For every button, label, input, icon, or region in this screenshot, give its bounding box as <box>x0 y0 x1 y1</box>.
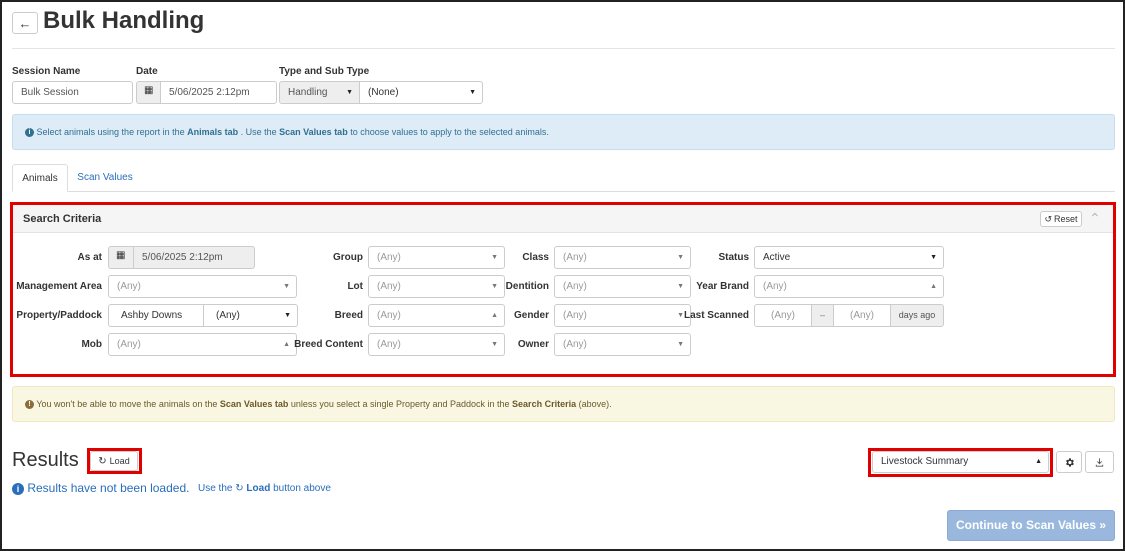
double-chevron-right-icon: » <box>1099 518 1107 532</box>
calendar-icon: ▦ <box>144 85 154 96</box>
tabs-baseline <box>12 191 1115 192</box>
search-criteria-highlight <box>10 202 1116 377</box>
download-icon <box>1095 457 1104 467</box>
header-divider <box>12 48 1115 49</box>
settings-button[interactable] <box>1056 451 1082 473</box>
back-button[interactable]: ← <box>12 12 38 34</box>
warning-banner: ! You won't be able to move the animals … <box>12 386 1115 422</box>
date-input[interactable]: 5/06/2025 2:12pm <box>160 81 277 104</box>
page-title: Bulk Handling <box>43 7 205 34</box>
results-hint: Use the ↻ Load button above <box>198 483 331 494</box>
info-circle-icon: i <box>12 482 24 495</box>
results-title: Results <box>12 449 79 471</box>
date-calendar-addon[interactable]: ▦ <box>136 81 161 104</box>
info-circle-icon: i <box>25 128 34 138</box>
results-status: i Results have not been loaded. <box>12 481 189 495</box>
load-link[interactable]: Load <box>246 483 270 494</box>
results-not-loaded-text: Results have not been loaded. <box>27 481 190 495</box>
tab-animals[interactable]: Animals <box>12 164 68 192</box>
type-select[interactable]: Handling ▼ <box>279 81 360 104</box>
exclamation-circle-icon: ! <box>25 400 34 410</box>
date-label: Date <box>136 66 158 77</box>
session-name-label: Session Name <box>12 66 81 77</box>
chevron-down-icon: ▼ <box>469 89 476 96</box>
tab-scan-values[interactable]: Scan Values <box>68 164 142 192</box>
chevron-down-icon: ▼ <box>346 89 353 96</box>
gear-icon <box>1065 457 1074 467</box>
refresh-icon: ↻ <box>235 483 244 494</box>
type-label: Type and Sub Type <box>279 66 370 77</box>
subtype-select[interactable]: (None) ▼ <box>359 81 483 104</box>
arrow-left-icon: ← <box>18 15 32 31</box>
info-banner: i Select animals using the report in the… <box>12 114 1115 150</box>
download-button[interactable] <box>1085 451 1114 473</box>
session-name-input[interactable]: Bulk Session <box>12 81 133 104</box>
report-select-highlight <box>868 448 1053 477</box>
continue-button[interactable]: Continue to Scan Values » <box>947 510 1115 541</box>
load-highlight <box>87 448 142 474</box>
